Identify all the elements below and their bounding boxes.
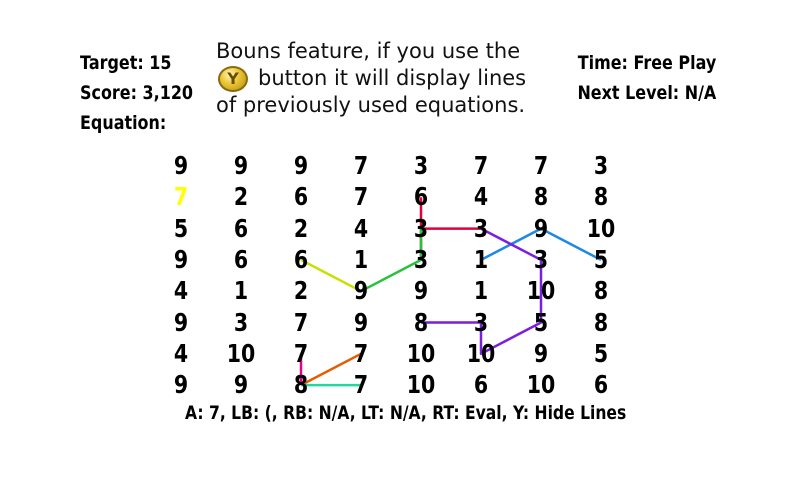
grid-cell-r6-c3[interactable]: 7 (343, 339, 379, 369)
grid-cell-r5-c3[interactable]: 9 (343, 308, 379, 338)
grid-cell-r5-c6[interactable]: 5 (523, 308, 559, 338)
grid-cell-r5-c5[interactable]: 3 (463, 308, 499, 338)
grid-cell-r4-c3[interactable]: 9 (343, 276, 379, 306)
grid-cell-r0-c5[interactable]: 7 (463, 151, 499, 181)
grid-cell-r2-c4[interactable]: 3 (403, 214, 439, 244)
grid-cell-r0-c0[interactable]: 9 (163, 151, 199, 181)
grid-cell-r1-c2[interactable]: 6 (283, 182, 319, 212)
grid-cell-r3-c5[interactable]: 1 (463, 245, 499, 275)
grid-cell-r0-c6[interactable]: 7 (523, 151, 559, 181)
tip-line-1: Bouns feature, if you use the (216, 39, 521, 63)
grid-cell-r2-c5[interactable]: 3 (463, 214, 499, 244)
hud-right-panel: Time: Free Play Next Level: N/A (577, 48, 716, 108)
grid-cell-r3-c6[interactable]: 3 (523, 245, 559, 275)
time-label: Time: Free Play (577, 52, 716, 74)
grid-cell-r6-c4[interactable]: 10 (403, 339, 439, 369)
grid-cell-r7-c2[interactable]: 8 (283, 370, 319, 400)
grid-cell-r5-c0[interactable]: 9 (163, 308, 199, 338)
grid-cell-r6-c7[interactable]: 5 (583, 339, 619, 369)
grid-cell-r7-c3[interactable]: 7 (343, 370, 379, 400)
grid-cell-r3-c7[interactable]: 5 (583, 245, 619, 275)
grid-cell-r1-c4[interactable]: 6 (403, 182, 439, 212)
grid-cell-r3-c0[interactable]: 9 (163, 245, 199, 275)
grid-cell-r2-c3[interactable]: 4 (343, 214, 379, 244)
grid-cell-r7-c7[interactable]: 6 (583, 370, 619, 400)
grid-cell-r7-c5[interactable]: 6 (463, 370, 499, 400)
grid-cell-r3-c4[interactable]: 3 (403, 245, 439, 275)
grid-cell-r1-c3[interactable]: 7 (343, 182, 379, 212)
grid-cell-r4-c7[interactable]: 8 (583, 276, 619, 306)
tip-line-3: of previously used equations. (216, 93, 526, 117)
grid-cell-r2-c0[interactable]: 5 (163, 214, 199, 244)
grid-cell-r2-c1[interactable]: 6 (223, 214, 259, 244)
grid-cell-r1-c6[interactable]: 8 (523, 182, 559, 212)
equation-label: Equation: (80, 112, 167, 134)
grid-cell-r0-c2[interactable]: 9 (283, 151, 319, 181)
grid-cell-r4-c2[interactable]: 2 (283, 276, 319, 306)
grid-cell-r5-c7[interactable]: 8 (583, 308, 619, 338)
grid-cell-r3-c2[interactable]: 6 (283, 245, 319, 275)
grid-cell-r7-c4[interactable]: 10 (403, 370, 439, 400)
grid-cell-r1-c0[interactable]: 7 (163, 182, 199, 212)
grid-cell-r7-c6[interactable]: 10 (523, 370, 559, 400)
grid-cell-r0-c1[interactable]: 9 (223, 151, 259, 181)
grid-cell-r6-c0[interactable]: 4 (163, 339, 199, 369)
y-button-icon: Y (218, 66, 248, 92)
grid-cell-r0-c7[interactable]: 3 (583, 151, 619, 181)
grid-cell-r5-c2[interactable]: 7 (283, 308, 319, 338)
grid-cell-r1-c1[interactable]: 2 (223, 182, 259, 212)
grid-cell-r5-c1[interactable]: 3 (223, 308, 259, 338)
bonus-feature-tip: Bouns feature, if you use the Ybutton it… (216, 38, 526, 119)
grid-cell-r5-c4[interactable]: 8 (403, 308, 439, 338)
grid-cell-r2-c2[interactable]: 2 (283, 214, 319, 244)
grid-cell-r7-c0[interactable]: 9 (163, 370, 199, 400)
grid-cell-r2-c6[interactable]: 9 (523, 214, 559, 244)
grid-cell-r2-c7[interactable]: 10 (583, 214, 619, 244)
grid-cell-r0-c4[interactable]: 3 (403, 151, 439, 181)
grid-cell-r4-c5[interactable]: 1 (463, 276, 499, 306)
hud-left-panel: Target: 15 Score: 3,120 Equation: (80, 48, 193, 138)
score-label: Score: 3,120 (80, 82, 194, 104)
grid-cell-r1-c5[interactable]: 4 (463, 182, 499, 212)
grid-cell-r6-c6[interactable]: 9 (523, 339, 559, 369)
grid-cell-r6-c1[interactable]: 10 (223, 339, 259, 369)
grid-cell-r4-c1[interactable]: 1 (223, 276, 259, 306)
tip-line-2: Ybutton it will display lines (216, 65, 526, 92)
grid-cell-r6-c5[interactable]: 10 (463, 339, 499, 369)
grid-cell-r1-c7[interactable]: 8 (583, 182, 619, 212)
grid-cell-r4-c6[interactable]: 10 (523, 276, 559, 306)
next-level-label: Next Level: N/A (577, 82, 716, 104)
grid-cell-r6-c2[interactable]: 7 (283, 339, 319, 369)
grid-cell-r3-c3[interactable]: 1 (343, 245, 379, 275)
tip-line-2-text: button it will display lines (258, 66, 527, 90)
target-label: Target: 15 (80, 52, 172, 74)
grid-cell-r3-c1[interactable]: 6 (223, 245, 259, 275)
grid-cell-r7-c1[interactable]: 9 (223, 370, 259, 400)
grid-cell-r4-c4[interactable]: 9 (403, 276, 439, 306)
grid-cell-r0-c3[interactable]: 7 (343, 151, 379, 181)
controls-legend: A: 7, LB: (, RB: N/A, LT: N/A, RT: Eval,… (185, 402, 627, 424)
grid-cell-r4-c0[interactable]: 4 (163, 276, 199, 306)
